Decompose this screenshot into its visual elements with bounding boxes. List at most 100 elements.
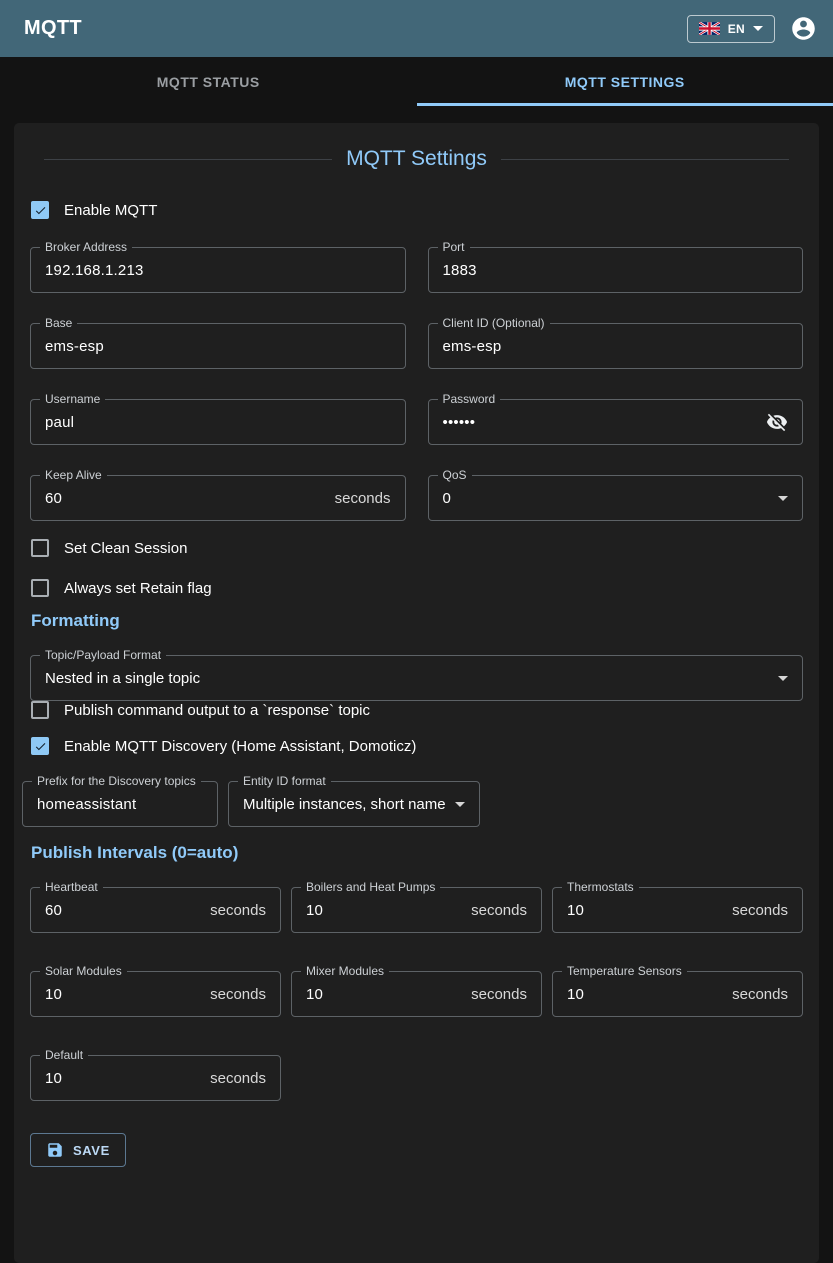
boilers-input[interactable] (306, 902, 463, 919)
solar-interval-field[interactable]: Solar Modules seconds (30, 965, 281, 1017)
topic-format-label: Topic/Payload Format (40, 649, 166, 662)
keep-alive-input[interactable] (45, 490, 327, 507)
qos-value: 0 (443, 490, 771, 507)
thermostats-label: Thermostats (562, 881, 639, 894)
base-label: Base (40, 317, 77, 330)
publish-response-label: Publish command output to a `response` t… (64, 702, 370, 719)
solar-input[interactable] (45, 986, 202, 1003)
mixer-label: Mixer Modules (301, 965, 389, 978)
base-field[interactable]: Base (30, 317, 406, 369)
heartbeat-label: Heartbeat (40, 881, 103, 894)
default-input[interactable] (45, 1070, 202, 1087)
port-input[interactable] (443, 262, 789, 279)
keep-alive-unit: seconds (335, 490, 391, 507)
retain-flag-checkbox-row[interactable]: Always set Retain flag (31, 579, 803, 597)
tab-mqtt-status[interactable]: MQTT STATUS (0, 57, 417, 106)
discovery-prefix-field[interactable]: Prefix for the Discovery topics (22, 775, 218, 827)
heartbeat-input[interactable] (45, 902, 202, 919)
tab-bar: MQTT STATUS MQTT SETTINGS (0, 57, 833, 106)
publish-intervals-heading: Publish Intervals (0=auto) (31, 843, 803, 863)
topic-format-select[interactable]: Topic/Payload Format Nested in a single … (30, 649, 803, 701)
mqtt-settings-panel: MQTT Settings Enable MQTT Broker Address… (14, 123, 819, 1263)
unit-label: seconds (732, 986, 788, 1003)
mqtt-discovery-label: Enable MQTT Discovery (Home Assistant, D… (64, 738, 416, 755)
client-id-input[interactable] (443, 338, 789, 355)
thermostats-input[interactable] (567, 902, 724, 919)
port-label: Port (438, 241, 470, 254)
keep-alive-field[interactable]: Keep Alive seconds (30, 469, 406, 521)
dropdown-arrow-icon (455, 802, 465, 807)
username-field[interactable]: Username (30, 393, 406, 445)
boilers-label: Boilers and Heat Pumps (301, 881, 440, 894)
clean-session-checkbox-row[interactable]: Set Clean Session (31, 539, 803, 557)
account-circle-icon[interactable] (790, 15, 817, 42)
unit-label: seconds (732, 902, 788, 919)
heartbeat-interval-field[interactable]: Heartbeat seconds (30, 881, 281, 933)
qos-select[interactable]: QoS 0 (428, 469, 804, 521)
unit-label: seconds (210, 986, 266, 1003)
dropdown-arrow-icon (778, 676, 788, 681)
save-button-label: SAVE (73, 1143, 110, 1158)
username-input[interactable] (45, 414, 391, 431)
chevron-down-icon (753, 26, 763, 31)
retain-flag-label: Always set Retain flag (64, 580, 212, 597)
save-icon (46, 1141, 64, 1159)
entity-id-format-value: Multiple instances, short name (243, 796, 447, 813)
entity-id-format-select[interactable]: Entity ID format Multiple instances, sho… (228, 775, 480, 827)
discovery-prefix-label: Prefix for the Discovery topics (32, 775, 201, 788)
tab-mqtt-settings[interactable]: MQTT SETTINGS (417, 57, 833, 106)
divider-line (501, 159, 789, 160)
formatting-heading: Formatting (31, 611, 803, 631)
username-label: Username (40, 393, 105, 406)
unit-label: seconds (471, 902, 527, 919)
checkbox-unchecked-icon[interactable] (31, 701, 49, 719)
client-id-label: Client ID (Optional) (438, 317, 550, 330)
language-label: EN (728, 22, 745, 36)
page-title: MQTT (24, 17, 687, 40)
language-selector-button[interactable]: EN (687, 15, 775, 43)
unit-label: seconds (210, 902, 266, 919)
checkbox-checked-icon[interactable] (31, 201, 49, 219)
mixer-input[interactable] (306, 986, 463, 1003)
mixer-interval-field[interactable]: Mixer Modules seconds (291, 965, 542, 1017)
default-interval-field[interactable]: Default seconds (30, 1049, 281, 1101)
thermostats-interval-field[interactable]: Thermostats seconds (552, 881, 803, 933)
temperature-input[interactable] (567, 986, 724, 1003)
checkbox-unchecked-icon[interactable] (31, 579, 49, 597)
enable-mqtt-checkbox-row[interactable]: Enable MQTT (31, 201, 803, 219)
default-label: Default (40, 1049, 88, 1062)
mqtt-discovery-checkbox-row[interactable]: Enable MQTT Discovery (Home Assistant, D… (31, 737, 803, 755)
topic-format-value: Nested in a single topic (45, 670, 770, 687)
broker-address-input[interactable] (45, 262, 391, 279)
divider-line (44, 159, 332, 160)
unit-label: seconds (471, 986, 527, 1003)
entity-id-format-label: Entity ID format (238, 775, 331, 788)
dropdown-arrow-icon (778, 496, 788, 501)
panel-title-divider: MQTT Settings (44, 147, 789, 171)
publish-response-checkbox-row[interactable]: Publish command output to a `response` t… (31, 701, 803, 719)
client-id-field[interactable]: Client ID (Optional) (428, 317, 804, 369)
discovery-prefix-input[interactable] (37, 796, 203, 813)
password-field[interactable]: Password (428, 393, 804, 445)
panel-title: MQTT Settings (346, 147, 487, 171)
temperature-interval-field[interactable]: Temperature Sensors seconds (552, 965, 803, 1017)
tab-mqtt-settings-label: MQTT SETTINGS (565, 74, 685, 90)
temperature-label: Temperature Sensors (562, 965, 687, 978)
boilers-interval-field[interactable]: Boilers and Heat Pumps seconds (291, 881, 542, 933)
password-label: Password (438, 393, 501, 406)
broker-address-label: Broker Address (40, 241, 132, 254)
app-bar: MQTT EN (0, 0, 833, 57)
broker-address-field[interactable]: Broker Address (30, 241, 406, 293)
checkbox-unchecked-icon[interactable] (31, 539, 49, 557)
keep-alive-label: Keep Alive (40, 469, 107, 482)
clean-session-label: Set Clean Session (64, 540, 187, 557)
base-input[interactable] (45, 338, 391, 355)
password-input[interactable] (443, 414, 759, 431)
checkbox-checked-icon[interactable] (31, 737, 49, 755)
qos-label: QoS (438, 469, 472, 482)
unit-label: seconds (210, 1070, 266, 1087)
port-field[interactable]: Port (428, 241, 804, 293)
save-button[interactable]: SAVE (30, 1133, 126, 1167)
visibility-off-icon[interactable] (766, 411, 788, 433)
solar-label: Solar Modules (40, 965, 127, 978)
